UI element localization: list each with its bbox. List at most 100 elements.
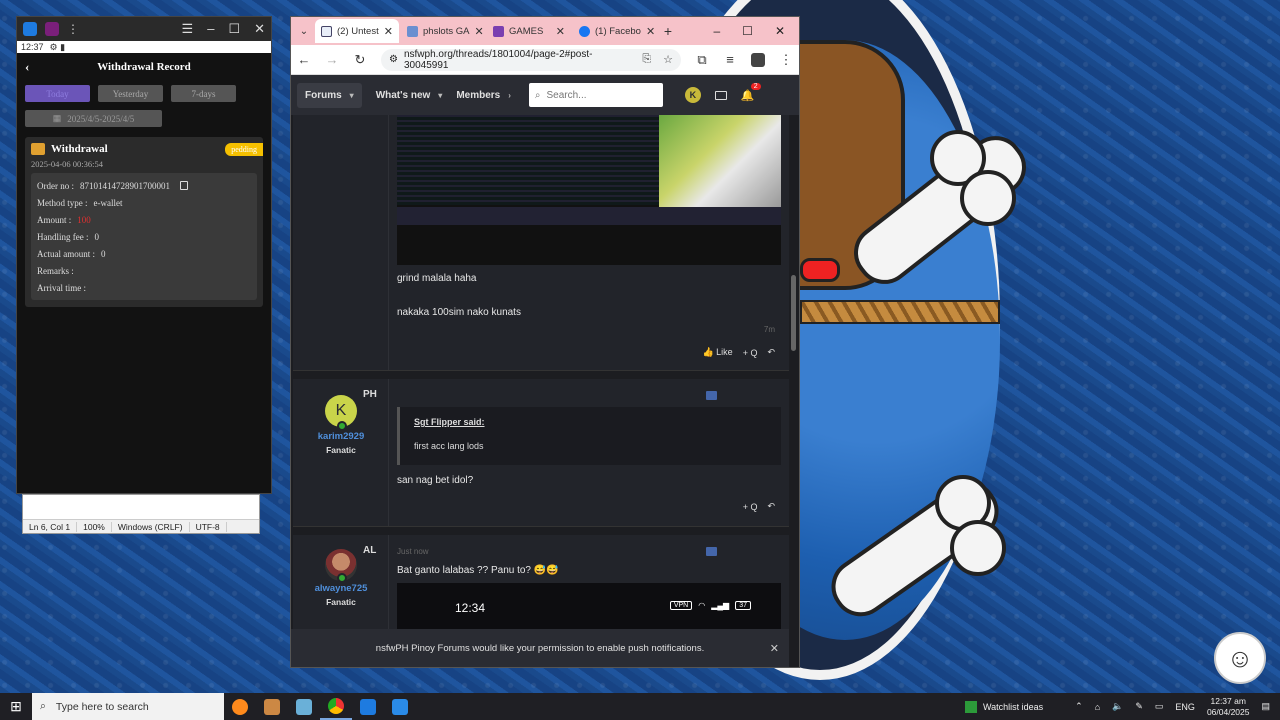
detail-label: Amount : bbox=[37, 214, 72, 225]
chrome-menu-icon[interactable]: ⋮ bbox=[779, 52, 793, 68]
menu-icon[interactable]: ☰ bbox=[182, 21, 194, 37]
encoding: UTF-8 bbox=[190, 521, 227, 532]
copy-icon[interactable] bbox=[180, 181, 188, 190]
minimize-icon[interactable]: – bbox=[207, 21, 214, 37]
reply-icon[interactable]: ↶ bbox=[767, 501, 775, 512]
like-button[interactable]: 👍 Like bbox=[702, 347, 732, 358]
taskbar-app-mirror[interactable] bbox=[384, 693, 416, 720]
bookmark-star-icon[interactable]: ☆ bbox=[663, 53, 673, 66]
chevron-up-icon[interactable]: ⌃ bbox=[1075, 701, 1083, 712]
forum-search-input[interactable]: ⌕ Search... bbox=[528, 83, 663, 107]
tab-close-icon[interactable]: ✕ bbox=[474, 25, 483, 38]
chevron-right-icon[interactable]: › bbox=[508, 91, 511, 100]
back-arrow-icon[interactable]: ‹ bbox=[25, 59, 29, 75]
taskbar-app-photos[interactable] bbox=[256, 693, 288, 720]
pen-icon[interactable]: ✎ bbox=[1135, 701, 1143, 712]
tab-close-icon[interactable]: ✕ bbox=[646, 25, 655, 38]
forum-navbar: Forums ▾ What's new ▾ Members › ⌕ Search… bbox=[291, 75, 799, 115]
filter-yesterday-button[interactable]: Yesterday bbox=[98, 85, 163, 102]
maximize-icon[interactable]: ☐ bbox=[228, 21, 240, 37]
post-time: 7m bbox=[763, 325, 775, 334]
reply-icon[interactable]: ↶ bbox=[767, 347, 775, 358]
tab-untested[interactable]: (2) Untest ✕ bbox=[315, 19, 399, 43]
filter-today-button[interactable]: Today bbox=[25, 85, 90, 102]
detail-label: Arrival time : bbox=[37, 282, 86, 293]
taskbar-app-messenger[interactable] bbox=[352, 693, 384, 720]
volume-icon[interactable]: 🔈 bbox=[1112, 701, 1123, 712]
date-range-value: 2025/4/5-2025/4/5 bbox=[67, 113, 135, 124]
network-icon[interactable]: ⌂ bbox=[1095, 702, 1100, 712]
reload-icon[interactable]: ↻ bbox=[353, 52, 367, 68]
details-panel: Order no : 87101414728901700001 Method t… bbox=[31, 173, 257, 300]
bookmark-icon[interactable] bbox=[706, 547, 717, 556]
nav-whats-new[interactable]: What's new ▾ bbox=[376, 90, 443, 101]
forward-icon[interactable]: → bbox=[325, 52, 339, 67]
withdrawal-app-window: ⋮ ☰ – ☐ ✕ 12:37 ⚙ ▮ ‹ Withdrawal Record … bbox=[16, 16, 272, 494]
tab-close-icon[interactable]: ✕ bbox=[384, 25, 393, 38]
date-range-picker[interactable]: ▦ 2025/4/5-2025/4/5 bbox=[25, 110, 162, 127]
nav-forums[interactable]: Forums ▾ bbox=[297, 82, 362, 108]
install-icon[interactable]: ⎘ bbox=[642, 53, 651, 66]
language-indicator[interactable]: ENG bbox=[1175, 702, 1195, 712]
tab-facebook[interactable]: (1) Facebo ✕ bbox=[573, 19, 657, 43]
minimize-icon[interactable]: – bbox=[713, 24, 720, 38]
quote-button[interactable]: + Q bbox=[743, 502, 758, 512]
mascot-rope bbox=[800, 300, 1000, 324]
desktop-mascot-icon[interactable]: ☺ bbox=[1214, 632, 1266, 684]
close-icon[interactable]: ✕ bbox=[770, 642, 779, 655]
profile-icon[interactable] bbox=[751, 52, 765, 67]
nav-label: What's new bbox=[375, 89, 431, 101]
status-time: 12:37 bbox=[21, 42, 44, 52]
taskbar-app-chrome[interactable] bbox=[320, 693, 352, 720]
tab-phslots[interactable]: phslots GA ✕ bbox=[401, 19, 485, 43]
quote-text: first acc lang lods bbox=[414, 441, 484, 451]
windows-start-icon[interactable]: ⊞ bbox=[0, 693, 32, 720]
post-text-line: grind malala haha bbox=[397, 273, 477, 284]
notepad-window[interactable]: Ln 6, Col 1 100% Windows (CRLF) UTF-8 bbox=[22, 494, 260, 534]
battery-icon[interactable]: ▭ bbox=[1155, 701, 1164, 712]
chrome-icon bbox=[328, 697, 344, 714]
address-bar[interactable]: ⚙ nsfwph.org/threads/1801004/page-2#post… bbox=[381, 48, 681, 71]
url-text: nsfwph.org/threads/1801004/page-2#post-3… bbox=[403, 48, 593, 71]
detail-value: 100 bbox=[77, 214, 91, 225]
notepad-statusbar: Ln 6, Col 1 100% Windows (CRLF) UTF-8 bbox=[23, 519, 259, 533]
extensions-icon[interactable]: ⧉ bbox=[695, 52, 709, 68]
post-text-line: Bat ganto lalabas ?? Panu to? 😅😅 bbox=[397, 565, 559, 576]
nav-members[interactable]: Members › bbox=[456, 90, 511, 101]
attached-screenshot[interactable] bbox=[397, 115, 781, 265]
bookmark-icon[interactable] bbox=[706, 391, 717, 400]
site-info-icon[interactable]: ⚙ bbox=[389, 54, 398, 65]
close-icon[interactable]: ✕ bbox=[775, 24, 785, 38]
quote-button[interactable]: + Q bbox=[743, 348, 758, 358]
close-icon[interactable]: ✕ bbox=[254, 21, 265, 37]
thread-content: grind malala haha nakaka 100sim nako kun… bbox=[291, 115, 799, 667]
maximize-icon[interactable]: ☐ bbox=[742, 24, 753, 38]
watchlist-widget[interactable]: Watchlist ideas bbox=[964, 700, 1043, 713]
inbox-icon[interactable] bbox=[714, 90, 727, 100]
tab-search-icon[interactable]: ⌄ bbox=[295, 26, 313, 37]
username-link[interactable]: alwayne725 bbox=[293, 583, 389, 594]
media-icon[interactable]: ≡ bbox=[723, 52, 737, 67]
chevron-down-icon[interactable]: ▾ bbox=[438, 91, 442, 100]
filter-7days-button[interactable]: 7-days bbox=[171, 85, 236, 102]
tab-close-icon[interactable]: ✕ bbox=[556, 25, 565, 38]
post-actions: + Q ↶ bbox=[743, 501, 775, 512]
notifications-icon[interactable]: ▤ bbox=[1261, 701, 1270, 712]
back-icon[interactable]: ← bbox=[297, 52, 311, 67]
taskbar-app-notepad[interactable] bbox=[288, 693, 320, 720]
page-scrollbar[interactable] bbox=[789, 115, 799, 667]
tab-label: (2) Untest bbox=[337, 25, 379, 37]
user-avatar[interactable]: K bbox=[684, 87, 701, 103]
more-icon[interactable]: ⋮ bbox=[67, 22, 79, 36]
alerts-bell-icon[interactable]: 🔔 2 bbox=[741, 82, 761, 102]
clock[interactable]: 12:37 am 06/04/2025 bbox=[1207, 696, 1250, 718]
taskbar-search[interactable]: ⌕ Type here to search bbox=[32, 693, 224, 720]
scrollbar-thumb[interactable] bbox=[791, 275, 796, 351]
new-tab-icon[interactable]: + bbox=[659, 23, 677, 39]
quote-author-link[interactable]: Sgt Flipper said: bbox=[414, 417, 485, 427]
detail-row-fee: Handling fee : 0 bbox=[37, 228, 251, 245]
username-link[interactable]: karim2929 bbox=[293, 431, 389, 442]
chevron-down-icon[interactable]: ▾ bbox=[350, 91, 354, 100]
tab-games[interactable]: GAMES ✕ bbox=[487, 19, 571, 43]
taskbar-app-firefox[interactable] bbox=[224, 693, 256, 720]
